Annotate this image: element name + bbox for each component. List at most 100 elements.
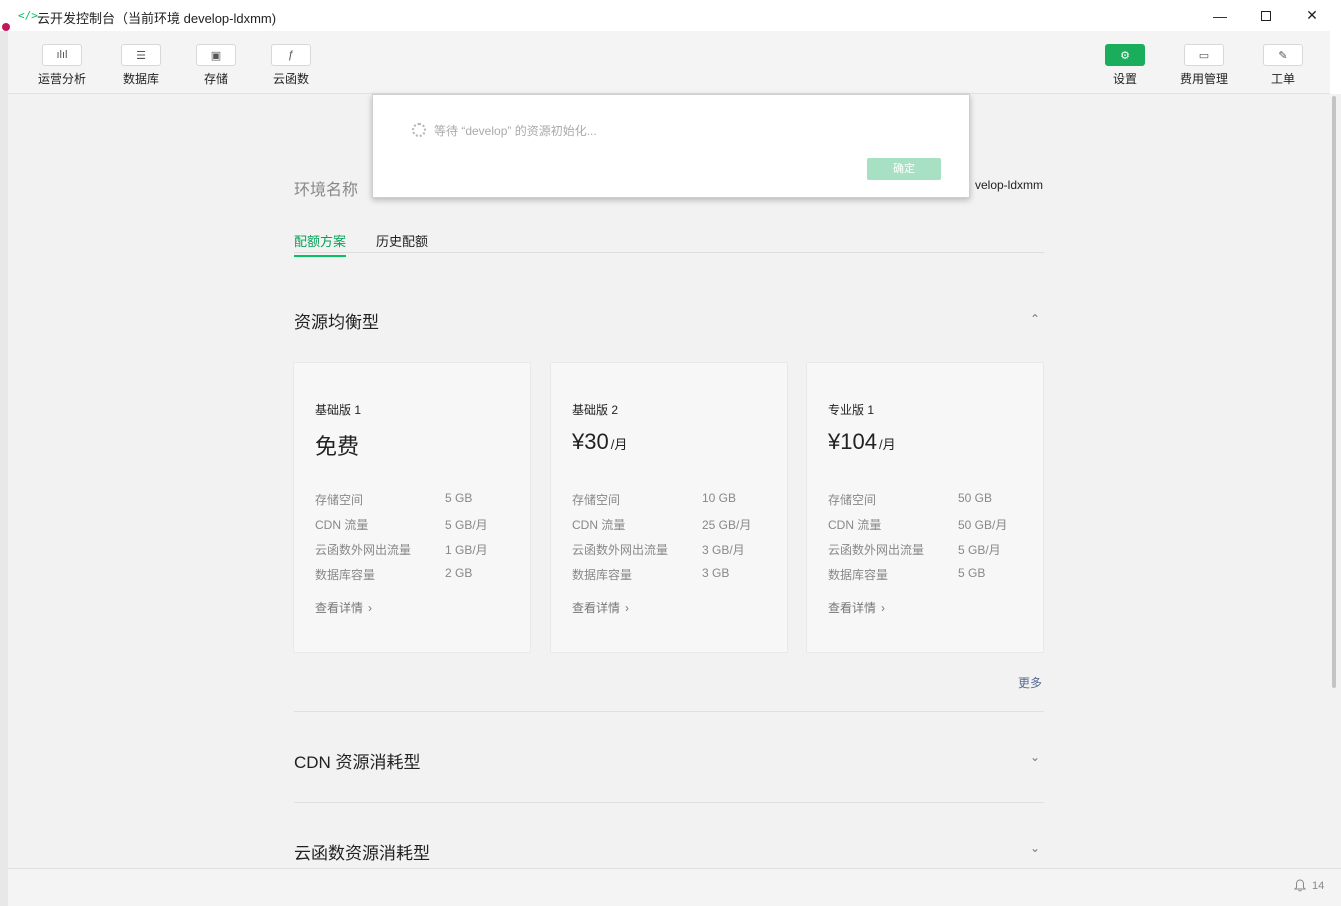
bell-icon[interactable] <box>1293 879 1307 895</box>
window-title: 云开发控制台（当前环境 develop-ldxmm) <box>37 11 277 26</box>
dialog-message: 等待 “develop” 的资源初始化... <box>434 124 597 138</box>
toolbar-functions-label: 云函数 <box>272 72 309 86</box>
view-details-link[interactable]: 查看详情 › <box>572 599 629 616</box>
spec-key: 云函数外网出流量 <box>315 543 412 557</box>
tab-quota-plans[interactable]: 配额方案 <box>294 231 347 257</box>
spec-value: 3 GB/月 <box>702 543 745 557</box>
chevron-right-icon: › <box>368 601 373 615</box>
more-link[interactable]: 更多 <box>1018 674 1042 691</box>
record-dot-icon <box>2 23 10 31</box>
plan-card-basic-1[interactable]: 基础版 1 免费 存储空间 5 GB CDN 流量 5 GB/月 云函数外网出流量 1… <box>293 362 531 653</box>
toolbar-analytics[interactable]: ılıl 运营分析 <box>32 44 92 87</box>
section-divider <box>294 802 1044 803</box>
vertical-scrollbar[interactable] <box>1330 94 1341 868</box>
plan-price: 免费 <box>315 429 361 461</box>
close-icon: ✕ <box>1306 7 1318 23</box>
env-name-value: velop-ldxmm <box>974 178 1043 192</box>
settings-content: 环境名称 velop-ldxmm 配额方案 历史配额 资源均衡型 ⌃ 基础版 1… <box>8 94 1330 868</box>
toolbar-database-label: 数据库 <box>122 72 159 86</box>
ticket-icon: ✎ <box>1263 44 1303 66</box>
spec-key: CDN 流量 <box>828 518 882 532</box>
app-code-icon: </> <box>18 9 38 22</box>
spec-value: 2 GB <box>445 566 473 580</box>
toolbar-analytics-label: 运营分析 <box>37 72 86 86</box>
plan-card-basic-2[interactable]: 基础版 2 ¥30/月 存储空间 10 GB CDN 流量 25 GB/月 云函数外… <box>550 362 788 653</box>
chevron-right-icon: › <box>881 601 886 615</box>
section-balanced-title[interactable]: 资源均衡型 <box>294 308 379 333</box>
spec-value: 5 GB <box>445 491 473 505</box>
toolbar-tickets-label: 工单 <box>1270 72 1295 86</box>
section-functions-title[interactable]: 云函数资源消耗型 <box>294 839 430 864</box>
section-cdn-title[interactable]: CDN 资源消耗型 <box>294 748 421 773</box>
left-edge-strip <box>0 23 10 906</box>
plan-price-amount: 免费 <box>315 434 360 459</box>
quota-tabs: 配额方案 历史配额 <box>294 230 1044 257</box>
plan-price: ¥104/月 <box>828 429 896 455</box>
spec-key: 存储空间 <box>315 493 364 507</box>
billing-icon: ▭ <box>1184 44 1224 66</box>
title-bar: </> 云开发控制台（当前环境 develop-ldxmm) — ✕ <box>0 0 1341 31</box>
toolbar-billing-label: 费用管理 <box>1179 72 1228 86</box>
plan-price-unit: /月 <box>878 437 896 452</box>
storage-icon: ▣ <box>196 44 236 66</box>
view-details-label: 查看详情 <box>828 601 877 615</box>
spec-key: 云函数外网出流量 <box>828 543 925 557</box>
plan-name: 基础版 1 <box>315 403 362 417</box>
plan-price-amount: ¥30 <box>572 429 609 454</box>
spec-value: 5 GB/月 <box>445 518 488 532</box>
function-icon: ƒ <box>271 44 311 66</box>
maximize-icon <box>1261 10 1271 21</box>
spec-key: 存储空间 <box>828 493 877 507</box>
view-details-label: 查看详情 <box>572 601 621 615</box>
plan-price: ¥30/月 <box>572 429 627 455</box>
maximize-button[interactable] <box>1243 0 1289 31</box>
toolbar-storage[interactable]: ▣ 存储 <box>186 44 246 87</box>
spec-value: 3 GB <box>702 566 730 580</box>
chevron-up-icon[interactable]: ⌃ <box>1030 312 1040 326</box>
spec-value: 25 GB/月 <box>702 518 752 532</box>
toolbar-tickets[interactable]: ✎ 工单 <box>1253 44 1313 87</box>
spec-key: 数据库容量 <box>828 568 889 582</box>
plan-name: 基础版 2 <box>572 403 619 417</box>
minimize-button[interactable]: — <box>1197 0 1243 31</box>
tab-quota-history[interactable]: 历史配额 <box>376 231 428 255</box>
plan-name: 专业版 1 <box>828 403 875 417</box>
spec-key: CDN 流量 <box>315 518 369 532</box>
spec-value: 5 GB <box>958 566 986 580</box>
toolbar-database[interactable]: ☰ 数据库 <box>111 44 171 87</box>
spec-value: 50 GB <box>958 491 993 505</box>
spec-key: CDN 流量 <box>572 518 626 532</box>
init-wait-dialog: 等待 “develop” 的资源初始化... 确定 <box>372 94 970 198</box>
main-toolbar: ılıl 运营分析 ☰ 数据库 ▣ 存储 ƒ 云函数 ⚙ 设置 ▭ 费用管理 ✎… <box>8 31 1330 94</box>
toolbar-settings[interactable]: ⚙ 设置 <box>1095 44 1155 87</box>
close-button[interactable]: ✕ <box>1289 0 1335 31</box>
database-icon: ☰ <box>121 44 161 66</box>
gear-icon: ⚙ <box>1105 44 1145 66</box>
spec-key: 数据库容量 <box>572 568 633 582</box>
minimize-icon: — <box>1213 7 1227 24</box>
confirm-button[interactable]: 确定 <box>867 158 941 180</box>
scrollbar-thumb[interactable] <box>1332 96 1336 688</box>
spec-value: 5 GB/月 <box>958 543 1001 557</box>
chevron-down-icon[interactable]: ⌄ <box>1030 841 1040 855</box>
toolbar-settings-label: 设置 <box>1112 72 1137 86</box>
spec-value: 50 GB/月 <box>958 518 1008 532</box>
plan-price-unit: /月 <box>610 437 628 452</box>
status-bar: 14 <box>8 868 1341 906</box>
loading-spinner-icon <box>412 123 426 137</box>
chevron-right-icon: › <box>625 601 630 615</box>
view-details-link[interactable]: 查看详情 › <box>315 599 372 616</box>
plan-price-amount: ¥104 <box>828 429 877 454</box>
spec-key: 存储空间 <box>572 493 621 507</box>
spec-value: 1 GB/月 <box>445 543 488 557</box>
spec-value: 10 GB <box>702 491 737 505</box>
env-name-label: 环境名称 <box>294 182 359 199</box>
chevron-down-icon[interactable]: ⌄ <box>1030 750 1040 764</box>
view-details-link[interactable]: 查看详情 › <box>828 599 885 616</box>
toolbar-storage-label: 存储 <box>203 72 228 86</box>
section-divider <box>294 711 1044 712</box>
spec-key: 云函数外网出流量 <box>572 543 669 557</box>
toolbar-billing[interactable]: ▭ 费用管理 <box>1174 44 1234 87</box>
plan-card-pro-1[interactable]: 专业版 1 ¥104/月 存储空间 50 GB CDN 流量 50 GB/月 云函数… <box>806 362 1044 653</box>
toolbar-functions[interactable]: ƒ 云函数 <box>261 44 321 87</box>
